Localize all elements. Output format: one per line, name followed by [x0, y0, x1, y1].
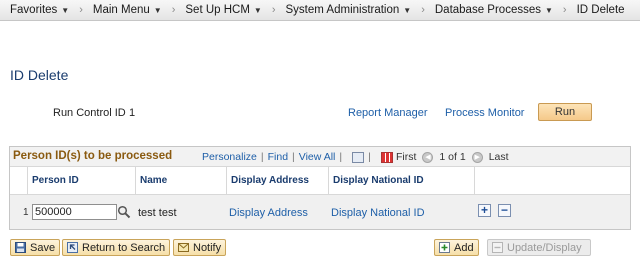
- run-control-value: 1: [129, 107, 136, 119]
- update-display-label: Update/Display: [507, 241, 582, 254]
- report-manager-link[interactable]: Report Manager: [348, 107, 428, 119]
- grid-header: Person ID(s) to be processed Personalize…: [10, 147, 630, 167]
- nav-label: System Administration: [285, 4, 400, 16]
- view-all-link[interactable]: View All: [299, 151, 336, 163]
- person-id-grid: Person ID(s) to be processed Personalize…: [9, 146, 631, 230]
- chevron-down-icon: ▼: [545, 5, 553, 15]
- tool-separator: |: [368, 151, 371, 163]
- column-header-display-address[interactable]: Display Address: [227, 167, 329, 195]
- nav-label: Favorites: [10, 4, 58, 16]
- add-icon: [439, 242, 450, 253]
- run-button[interactable]: Run: [538, 103, 592, 121]
- chevron-down-icon: ▼: [61, 5, 70, 15]
- column-label: Person ID: [32, 175, 79, 186]
- row-number-header: [10, 167, 28, 195]
- grid-tools: Personalize | Find | View All | |: [202, 151, 393, 163]
- nav-label: Set Up HCM: [185, 4, 250, 16]
- return-to-search-label: Return to Search: [82, 241, 166, 254]
- nav-label: Main Menu: [92, 4, 150, 16]
- row-number: 1: [23, 207, 29, 218]
- nav-favorites[interactable]: Favorites ▼: [0, 0, 79, 21]
- first-label: First: [396, 151, 417, 163]
- last-label: Last: [488, 151, 509, 163]
- name-cell: test test: [138, 207, 177, 219]
- column-label: Display Address: [231, 175, 309, 186]
- add-label: Add: [454, 241, 474, 254]
- chevron-down-icon: ▼: [403, 5, 412, 15]
- nav-database-processes[interactable]: Database Processes ▼: [425, 0, 563, 21]
- nav-set-up-hcm[interactable]: Set Up HCM ▼: [175, 0, 271, 21]
- next-icon[interactable]: ▶: [471, 151, 483, 163]
- person-id-input[interactable]: [32, 204, 117, 220]
- save-icon: [15, 242, 26, 253]
- nav-system-administration[interactable]: System Administration ▼: [276, 0, 422, 21]
- range-label: 1 of 1: [439, 151, 466, 163]
- column-header-display-national-id[interactable]: Display National ID: [329, 167, 475, 195]
- magnifier-icon[interactable]: [117, 205, 131, 219]
- nav-main-menu[interactable]: Main Menu ▼: [83, 0, 172, 21]
- tool-separator: |: [292, 151, 295, 163]
- notify-icon: [178, 243, 189, 252]
- top-navigation: Favorites ▼ › Main Menu ▼ › Set Up HCM ▼…: [0, 0, 640, 21]
- save-label: Save: [30, 241, 56, 254]
- nav-label: ID Delete: [576, 4, 625, 16]
- previous-icon[interactable]: ◀: [422, 151, 434, 163]
- chevron-down-icon: ▼: [153, 5, 162, 15]
- grid-title: Person ID(s) to be processed: [13, 150, 173, 162]
- update-display-button[interactable]: Update/Display: [487, 239, 591, 256]
- process-monitor-link[interactable]: Process Monitor: [445, 107, 524, 119]
- display-address-link[interactable]: Display Address: [229, 207, 308, 219]
- tool-separator: |: [260, 151, 264, 163]
- update-icon: [492, 242, 503, 253]
- grid-pager: First ◀ 1 of 1 ▶ Last: [396, 151, 509, 163]
- notify-label: Notify: [193, 241, 222, 254]
- column-header-person-id[interactable]: Person ID: [28, 167, 136, 195]
- nav-id-delete[interactable]: ID Delete: [567, 0, 635, 21]
- download-grid-icon[interactable]: [380, 151, 393, 163]
- personalize-link[interactable]: Personalize: [202, 151, 257, 163]
- chevron-down-icon: ▼: [253, 5, 262, 15]
- tool-separator: |: [339, 151, 343, 163]
- return-icon: [67, 242, 78, 253]
- display-national-id-link[interactable]: Display National ID: [331, 207, 425, 219]
- delete-row-button[interactable]: −: [498, 204, 511, 217]
- notify-button[interactable]: Notify: [173, 239, 227, 256]
- add-button[interactable]: Add: [434, 239, 479, 256]
- run-control-label: Run Control ID: [53, 107, 126, 119]
- add-row-button[interactable]: +: [478, 204, 491, 217]
- find-link[interactable]: Find: [268, 151, 288, 163]
- column-label: Display National ID: [333, 175, 424, 186]
- column-label: Name: [140, 175, 168, 186]
- column-header-name[interactable]: Name: [136, 167, 227, 195]
- zoom-icon[interactable]: [352, 151, 365, 163]
- save-button[interactable]: Save: [10, 239, 61, 256]
- nav-label: Database Processes: [434, 4, 541, 16]
- return-to-search-button[interactable]: Return to Search: [62, 239, 171, 256]
- page-title: ID Delete: [10, 67, 69, 83]
